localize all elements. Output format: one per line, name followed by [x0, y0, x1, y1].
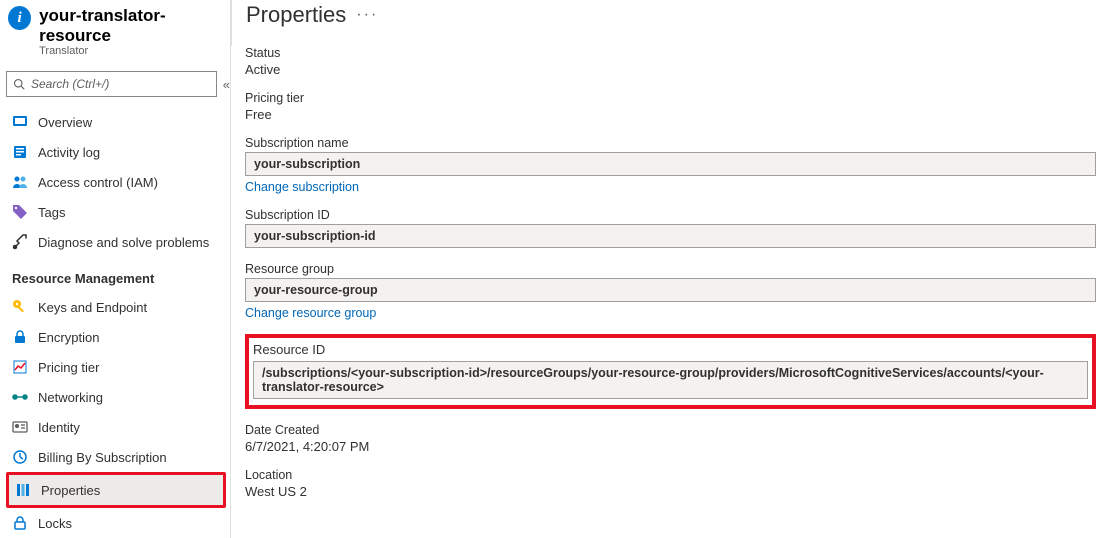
nav-label: Encryption — [38, 330, 99, 345]
resource-id-value[interactable]: /subscriptions/<your-subscription-id>/re… — [253, 361, 1088, 399]
nav-label: Identity — [38, 420, 80, 435]
nav-label: Overview — [38, 115, 92, 130]
nav-locks[interactable]: Locks — [6, 508, 230, 538]
nav-label: Locks — [38, 516, 72, 531]
nav-label: Activity log — [38, 145, 100, 160]
status-value: Active — [245, 62, 1096, 77]
resource-icon: i — [8, 6, 31, 30]
subscription-name-value[interactable]: your-subscription — [245, 152, 1096, 176]
subscription-name-label: Subscription name — [245, 136, 1096, 150]
highlight-resource-id: Resource ID /subscriptions/<your-subscri… — [245, 334, 1096, 409]
search-icon — [13, 78, 25, 90]
nav-tags[interactable]: Tags — [6, 197, 230, 227]
location-label: Location — [245, 468, 1096, 482]
nav-activity-log[interactable]: Activity log — [6, 137, 230, 167]
nav-section-resource-management: Resource Management — [6, 257, 230, 292]
pricing-tier-icon — [12, 359, 28, 375]
overview-icon — [12, 114, 28, 130]
nav-label: Networking — [38, 390, 103, 405]
date-created-label: Date Created — [245, 423, 1096, 437]
lock-icon — [12, 329, 28, 345]
nav-encryption[interactable]: Encryption — [6, 322, 230, 352]
nav-label: Keys and Endpoint — [38, 300, 147, 315]
key-icon — [12, 299, 28, 315]
page-title: Properties — [246, 2, 346, 28]
field-resource-group: Resource group your-resource-group Chang… — [245, 262, 1096, 320]
field-subscription-id: Subscription ID your-subscription-id — [245, 208, 1096, 248]
change-resource-group-link[interactable]: Change resource group — [245, 306, 376, 320]
resource-header: i your-translator-resource Translator — [6, 4, 230, 63]
subscription-id-label: Subscription ID — [245, 208, 1096, 222]
sidebar: i your-translator-resource Translator Se… — [0, 0, 230, 538]
identity-icon — [12, 419, 28, 435]
resource-group-label: Resource group — [245, 262, 1096, 276]
nav-label: Tags — [38, 205, 65, 220]
properties-icon — [15, 482, 31, 498]
field-pricing-tier: Pricing tier Free — [245, 91, 1096, 122]
field-status: Status Active — [245, 46, 1096, 77]
networking-icon — [12, 389, 28, 405]
nav-label: Access control (IAM) — [38, 175, 158, 190]
highlight-properties-nav: Properties — [6, 472, 226, 508]
search-placeholder: Search (Ctrl+/) — [31, 77, 109, 91]
diagnose-icon — [12, 234, 28, 250]
nav-networking[interactable]: Networking — [6, 382, 230, 412]
collapse-sidebar-button[interactable]: « — [223, 77, 230, 92]
location-value: West US 2 — [245, 484, 1096, 499]
change-subscription-link[interactable]: Change subscription — [245, 180, 359, 194]
search-input[interactable]: Search (Ctrl+/) — [6, 71, 217, 97]
resource-group-value[interactable]: your-resource-group — [245, 278, 1096, 302]
date-created-value: 6/7/2021, 4:20:07 PM — [245, 439, 1096, 454]
resource-id-label: Resource ID — [253, 342, 1088, 357]
main-content: Properties ··· Status Active Pricing tie… — [230, 0, 1102, 538]
nav-keys-endpoint[interactable]: Keys and Endpoint — [6, 292, 230, 322]
nav-pricing-tier[interactable]: Pricing tier — [6, 352, 230, 382]
activity-log-icon — [12, 144, 28, 160]
status-label: Status — [245, 46, 1096, 60]
nav-access-control[interactable]: Access control (IAM) — [6, 167, 230, 197]
nav-label: Diagnose and solve problems — [38, 235, 209, 250]
field-subscription-name: Subscription name your-subscription Chan… — [245, 136, 1096, 194]
resource-subtitle: Translator — [39, 45, 230, 57]
subscription-id-value[interactable]: your-subscription-id — [245, 224, 1096, 248]
nav-billing[interactable]: Billing By Subscription — [6, 442, 230, 472]
nav-label: Pricing tier — [38, 360, 99, 375]
more-actions-button[interactable]: ··· — [356, 6, 378, 24]
nav-label: Properties — [41, 483, 100, 498]
resource-title: your-translator-resource — [39, 6, 230, 46]
pricing-tier-value: Free — [245, 107, 1096, 122]
pricing-tier-label: Pricing tier — [245, 91, 1096, 105]
nav-overview[interactable]: Overview — [6, 107, 230, 137]
nav-label: Billing By Subscription — [38, 450, 167, 465]
field-date-created: Date Created 6/7/2021, 4:20:07 PM — [245, 423, 1096, 454]
nav-identity[interactable]: Identity — [6, 412, 230, 442]
tags-icon — [12, 204, 28, 220]
nav-diagnose[interactable]: Diagnose and solve problems — [6, 227, 230, 257]
access-control-icon — [12, 174, 28, 190]
field-location: Location West US 2 — [245, 468, 1096, 499]
billing-icon — [12, 449, 28, 465]
locks-icon — [12, 515, 28, 531]
